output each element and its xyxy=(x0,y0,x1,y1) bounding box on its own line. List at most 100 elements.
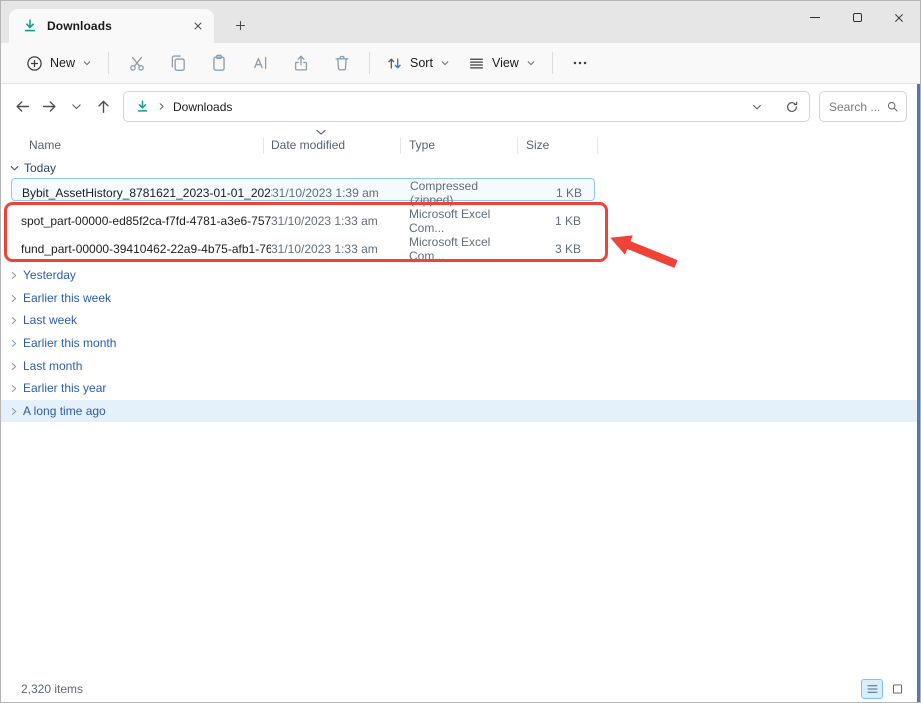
group-label: Last month xyxy=(23,359,82,373)
file-size: 3 KB xyxy=(519,242,589,256)
group-header-today[interactable]: Today xyxy=(1,157,56,179)
group-header-last-week[interactable]: Last week xyxy=(1,309,77,331)
file-explorer-window: Downloads New xyxy=(0,0,921,703)
group-label: Earlier this year xyxy=(23,381,106,395)
file-type: Compressed (zipped)... xyxy=(410,179,520,207)
search-box xyxy=(819,91,907,122)
back-icon[interactable] xyxy=(9,93,36,121)
group-label: Last week xyxy=(23,313,77,327)
downloads-icon xyxy=(22,18,38,34)
toolbar-separator xyxy=(369,52,370,74)
group-label: Earlier this month xyxy=(23,336,116,350)
chevron-down-icon xyxy=(526,58,536,68)
group-label: Earlier this week xyxy=(23,291,111,305)
file-name: spot_part-00000-ed85f2ca-f7fd-4781-a3e6-… xyxy=(21,214,271,228)
view-lines-icon xyxy=(468,55,485,72)
file-date-modified: 31/10/2023 1:39 am xyxy=(272,186,410,200)
rename-icon[interactable] xyxy=(239,47,280,79)
chevron-collapsed-icon xyxy=(9,293,19,304)
downloads-icon xyxy=(135,99,150,114)
file-date-modified: 31/10/2023 1:33 am xyxy=(271,242,409,256)
maximize-icon[interactable] xyxy=(836,1,878,34)
toolbar-separator xyxy=(552,52,553,74)
chevron-collapsed-icon xyxy=(9,406,19,417)
chevron-down-icon xyxy=(82,58,92,68)
navigation-bar: Downloads xyxy=(1,84,920,129)
chevron-expanded-icon xyxy=(9,163,20,174)
column-header-date-modified[interactable]: Date modified xyxy=(264,137,401,154)
file-type: Microsoft Excel Com... xyxy=(409,235,519,263)
new-button[interactable]: New xyxy=(17,49,101,78)
plus-circle-icon xyxy=(26,55,43,72)
more-options-icon[interactable] xyxy=(560,47,601,79)
share-icon[interactable] xyxy=(280,47,321,79)
address-dropdown-icon[interactable] xyxy=(743,94,771,120)
column-header-size[interactable]: Size xyxy=(518,137,598,154)
cut-icon[interactable] xyxy=(116,47,157,79)
recent-locations-icon[interactable] xyxy=(63,93,90,121)
file-size: 1 KB xyxy=(520,186,590,200)
new-button-label: New xyxy=(50,56,75,70)
forward-icon[interactable] xyxy=(36,93,63,121)
file-date-modified: 31/10/2023 1:33 am xyxy=(271,214,409,228)
group-label: A long time ago xyxy=(23,404,106,418)
group-header-earlier-this-week[interactable]: Earlier this week xyxy=(1,287,111,309)
tab-close-icon[interactable] xyxy=(188,16,208,36)
chevron-down-icon xyxy=(440,58,450,68)
breadcrumb[interactable]: Downloads xyxy=(173,100,232,114)
paste-icon[interactable] xyxy=(198,47,239,79)
sort-direction-chevron-icon xyxy=(315,128,327,136)
minimize-icon[interactable] xyxy=(794,1,836,34)
table-row-zip-file[interactable]: Bybit_AssetHistory_8781621_2023-01-01_20… xyxy=(11,178,595,201)
view-button-label: View xyxy=(492,56,519,70)
column-header-type[interactable]: Type xyxy=(401,137,518,154)
large-icons-view-icon[interactable] xyxy=(886,679,908,699)
group-label: Yesterday xyxy=(23,268,76,282)
close-icon[interactable] xyxy=(878,1,920,34)
group-header-earlier-this-month[interactable]: Earlier this month xyxy=(1,332,116,354)
breadcrumb-chevron-icon xyxy=(157,102,166,111)
file-type: Microsoft Excel Com... xyxy=(409,207,519,235)
status-bar: 2,320 items xyxy=(1,676,920,702)
table-row-spot-file[interactable]: spot_part-00000-ed85f2ca-f7fd-4781-a3e6-… xyxy=(11,207,595,230)
tab-title: Downloads xyxy=(47,19,179,33)
file-size: 1 KB xyxy=(519,214,589,228)
new-tab-icon[interactable] xyxy=(228,13,252,37)
group-header-earlier-this-year[interactable]: Earlier this year xyxy=(1,377,106,399)
chevron-collapsed-icon xyxy=(9,315,19,326)
table-row-fund-file[interactable]: fund_part-00000-39410462-22a9-4b75-afb1-… xyxy=(11,235,595,258)
chevron-collapsed-icon xyxy=(9,361,19,372)
search-icon[interactable] xyxy=(886,100,899,113)
column-headers: Name Date modified Type Size xyxy=(1,135,598,155)
address-bar[interactable]: Downloads xyxy=(123,91,810,122)
chevron-collapsed-icon xyxy=(9,338,19,349)
chevron-collapsed-icon xyxy=(9,270,19,281)
view-button[interactable]: View xyxy=(459,49,545,78)
delete-icon[interactable] xyxy=(321,47,362,79)
command-toolbar: New Sort View xyxy=(1,43,920,84)
up-icon[interactable] xyxy=(90,93,117,121)
details-view-icon[interactable] xyxy=(861,679,883,699)
annotation-arrow xyxy=(601,226,691,272)
copy-icon[interactable] xyxy=(157,47,198,79)
group-header-yesterday[interactable]: Yesterday xyxy=(1,264,76,286)
search-input[interactable] xyxy=(829,100,886,114)
group-label: Today xyxy=(24,161,56,175)
sort-arrows-icon xyxy=(386,55,403,72)
titlebar: Downloads xyxy=(1,1,920,43)
sort-button[interactable]: Sort xyxy=(377,49,459,78)
refresh-icon[interactable] xyxy=(778,94,806,120)
chevron-collapsed-icon xyxy=(9,383,19,394)
group-header-last-month[interactable]: Last month xyxy=(1,355,82,377)
window-controls xyxy=(794,1,920,34)
file-name: fund_part-00000-39410462-22a9-4b75-afb1-… xyxy=(21,242,271,256)
column-header-name[interactable]: Name xyxy=(1,137,264,154)
file-list: Name Date modified Type Size Today Bybit… xyxy=(1,129,920,676)
group-header-a-long-time-ago[interactable]: A long time ago xyxy=(1,400,917,422)
toolbar-separator xyxy=(108,52,109,74)
view-toggles xyxy=(861,679,908,699)
item-count: 2,320 items xyxy=(21,682,83,696)
file-name: Bybit_AssetHistory_8781621_2023-01-01_20… xyxy=(22,186,272,200)
sort-button-label: Sort xyxy=(410,56,433,70)
tab-downloads[interactable]: Downloads xyxy=(9,9,214,43)
